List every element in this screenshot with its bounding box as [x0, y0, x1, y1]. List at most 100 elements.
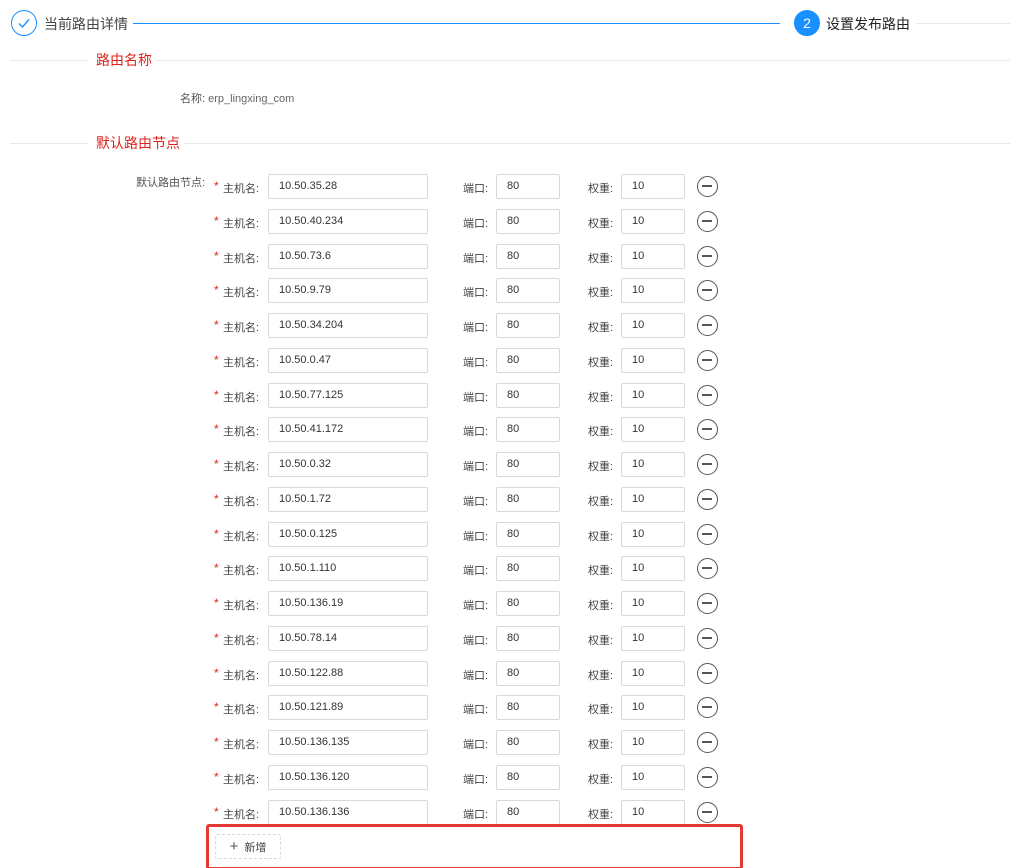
port-input[interactable]: 80	[496, 487, 560, 512]
node-row: * 主机名: 10.50.78.14 端口: 80 权重: 10	[0, 626, 1010, 651]
remove-node-icon[interactable]	[697, 767, 718, 788]
node-row: * 主机名: 10.50.0.47 端口: 80 权重: 10	[0, 348, 1010, 373]
add-node-button[interactable]: + 新增	[215, 834, 281, 859]
remove-node-icon[interactable]	[697, 489, 718, 510]
weight-label: 权重:	[588, 461, 614, 473]
remove-node-icon[interactable]	[697, 419, 718, 440]
host-input[interactable]: 10.50.34.204	[268, 313, 428, 338]
host-input[interactable]: 10.50.1.110	[268, 556, 428, 581]
port-label: 端口:	[463, 704, 489, 716]
remove-node-icon[interactable]	[697, 628, 718, 649]
port-label: 端口:	[463, 670, 489, 682]
host-input[interactable]: 10.50.0.32	[268, 452, 428, 477]
node-row: * 主机名: 10.50.9.79 端口: 80 权重: 10	[0, 278, 1010, 303]
remove-node-icon[interactable]	[697, 246, 718, 267]
host-input[interactable]: 10.50.9.79	[268, 278, 428, 303]
node-row: * 主机名: 10.50.136.19 端口: 80 权重: 10	[0, 591, 1010, 616]
weight-input[interactable]: 10	[621, 244, 685, 269]
node-row: * 主机名: 10.50.40.234 端口: 80 权重: 10	[0, 209, 1010, 234]
host-input[interactable]: 10.50.136.135	[268, 730, 428, 755]
port-input[interactable]: 80	[496, 313, 560, 338]
host-input[interactable]: 10.50.122.88	[268, 661, 428, 686]
weight-input[interactable]: 10	[621, 591, 685, 616]
host-input[interactable]: 10.50.73.6	[268, 244, 428, 269]
host-label: 主机名:	[223, 253, 260, 265]
remove-node-icon[interactable]	[697, 176, 718, 197]
node-row: * 主机名: 10.50.35.28 端口: 80 权重: 10	[0, 174, 1010, 199]
weight-input[interactable]: 10	[621, 417, 685, 442]
weight-label: 权重:	[588, 253, 614, 265]
port-input[interactable]: 80	[496, 626, 560, 651]
weight-input[interactable]: 10	[621, 348, 685, 373]
port-input[interactable]: 80	[496, 800, 560, 825]
weight-input[interactable]: 10	[621, 661, 685, 686]
remove-node-icon[interactable]	[697, 593, 718, 614]
node-row: * 主机名: 10.50.136.136 端口: 80 权重: 10	[0, 800, 1010, 825]
remove-node-icon[interactable]	[697, 558, 718, 579]
port-input[interactable]: 80	[496, 661, 560, 686]
remove-node-icon[interactable]	[697, 315, 718, 336]
host-input[interactable]: 10.50.41.172	[268, 417, 428, 442]
weight-input[interactable]: 10	[621, 695, 685, 720]
host-input[interactable]: 10.50.136.19	[268, 591, 428, 616]
host-input[interactable]: 10.50.35.28	[268, 174, 428, 199]
remove-node-icon[interactable]	[697, 732, 718, 753]
weight-input[interactable]: 10	[621, 522, 685, 547]
host-input[interactable]: 10.50.0.125	[268, 522, 428, 547]
required-mark: *	[214, 388, 219, 402]
highlight-frame	[206, 824, 743, 868]
weight-input[interactable]: 10	[621, 626, 685, 651]
weight-input[interactable]: 10	[621, 278, 685, 303]
port-input[interactable]: 80	[496, 244, 560, 269]
host-input[interactable]: 10.50.136.136	[268, 800, 428, 825]
port-input[interactable]: 80	[496, 765, 560, 790]
port-label: 端口:	[463, 531, 489, 543]
host-input[interactable]: 10.50.78.14	[268, 626, 428, 651]
port-input[interactable]: 80	[496, 591, 560, 616]
divider	[156, 60, 1010, 61]
weight-input[interactable]: 10	[621, 765, 685, 790]
remove-node-icon[interactable]	[697, 350, 718, 371]
port-input[interactable]: 80	[496, 695, 560, 720]
weight-input[interactable]: 10	[621, 313, 685, 338]
weight-input[interactable]: 10	[621, 556, 685, 581]
remove-node-icon[interactable]	[697, 802, 718, 823]
host-input[interactable]: 10.50.136.120	[268, 765, 428, 790]
host-input[interactable]: 10.50.77.125	[268, 383, 428, 408]
port-input[interactable]: 80	[496, 452, 560, 477]
port-input[interactable]: 80	[496, 730, 560, 755]
port-input[interactable]: 80	[496, 383, 560, 408]
remove-node-icon[interactable]	[697, 211, 718, 232]
weight-input[interactable]: 10	[621, 452, 685, 477]
weight-label: 权重:	[588, 426, 614, 438]
weight-input[interactable]: 10	[621, 383, 685, 408]
weight-input[interactable]: 10	[621, 730, 685, 755]
port-input[interactable]: 80	[496, 348, 560, 373]
host-input[interactable]: 10.50.121.89	[268, 695, 428, 720]
nodes-section-title: 默认路由节点	[96, 135, 180, 151]
remove-node-icon[interactable]	[697, 524, 718, 545]
port-input[interactable]: 80	[496, 556, 560, 581]
host-label: 主机名:	[223, 774, 260, 786]
port-input[interactable]: 80	[496, 278, 560, 303]
remove-node-icon[interactable]	[697, 454, 718, 475]
weight-input[interactable]: 10	[621, 174, 685, 199]
remove-node-icon[interactable]	[697, 280, 718, 301]
required-mark: *	[214, 318, 219, 332]
port-label: 端口:	[463, 600, 489, 612]
port-input[interactable]: 80	[496, 417, 560, 442]
remove-node-icon[interactable]	[697, 385, 718, 406]
host-input[interactable]: 10.50.1.72	[268, 487, 428, 512]
remove-node-icon[interactable]	[697, 663, 718, 684]
weight-input[interactable]: 10	[621, 800, 685, 825]
host-input[interactable]: 10.50.0.47	[268, 348, 428, 373]
host-input[interactable]: 10.50.40.234	[268, 209, 428, 234]
port-input[interactable]: 80	[496, 174, 560, 199]
remove-node-icon[interactable]	[697, 697, 718, 718]
weight-input[interactable]: 10	[621, 209, 685, 234]
port-label: 端口:	[463, 809, 489, 821]
required-mark: *	[214, 527, 219, 541]
port-input[interactable]: 80	[496, 522, 560, 547]
port-input[interactable]: 80	[496, 209, 560, 234]
weight-input[interactable]: 10	[621, 487, 685, 512]
